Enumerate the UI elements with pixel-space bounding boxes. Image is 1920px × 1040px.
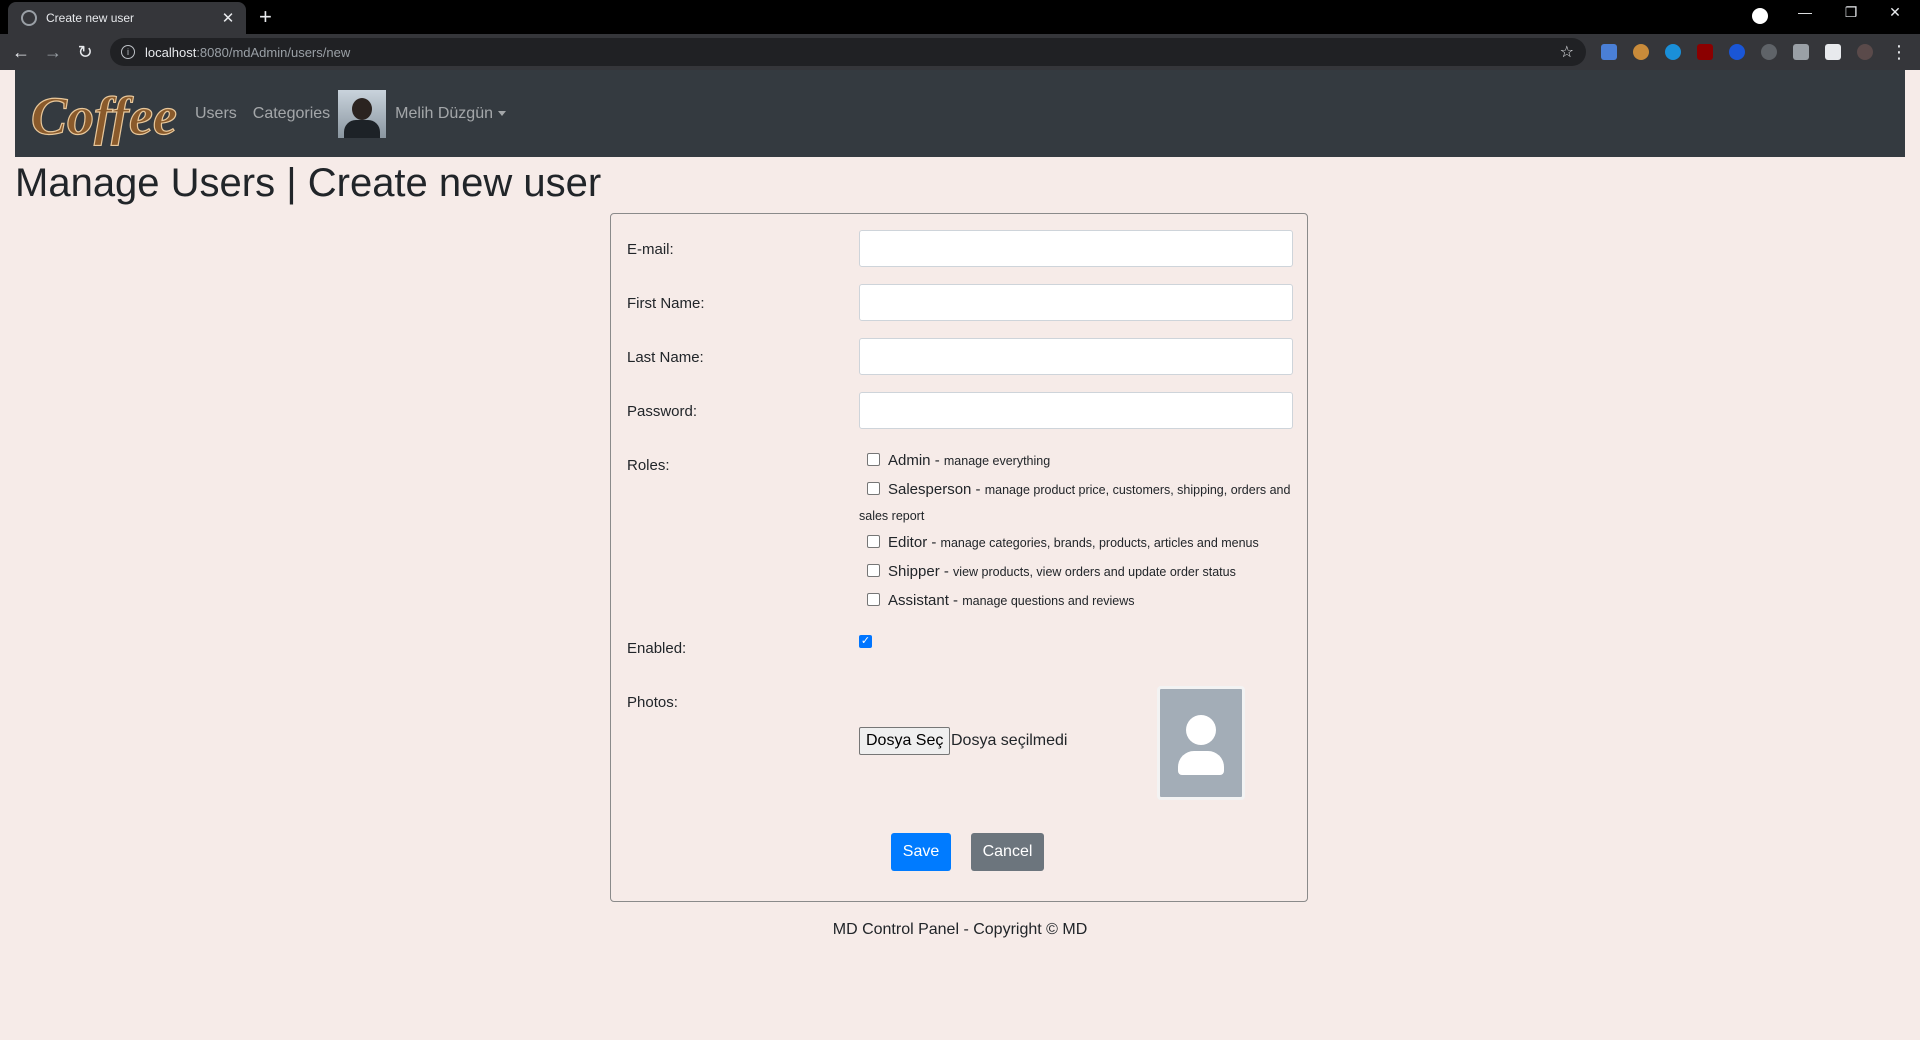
address-bar[interactable]: i localhost:8080/mdAdmin/users/new ☆ (110, 38, 1586, 66)
reload-icon[interactable]: ↻ (74, 41, 96, 63)
nav-link-categories[interactable]: Categories (253, 105, 330, 123)
extension-icon[interactable] (1761, 44, 1777, 60)
new-tab-icon[interactable]: + (259, 4, 272, 30)
app-navbar: Coffee Users Categories Melih Düzgün (15, 70, 1905, 157)
password-field[interactable] (859, 392, 1293, 429)
coffee-logo[interactable]: Coffee (29, 82, 179, 146)
info-icon[interactable]: i (121, 45, 135, 59)
extension-icon[interactable] (1633, 44, 1649, 60)
browser-toolbar: ← → ↻ i localhost:8080/mdAdmin/users/new… (0, 34, 1920, 70)
save-button[interactable]: Save (891, 833, 951, 871)
role-shipper: Shipper - view products, view orders and… (859, 559, 1293, 585)
first-name-label: First Name: (627, 295, 705, 312)
minimize-icon[interactable]: — (1790, 4, 1820, 20)
browser-tab[interactable]: Create new user ✕ (8, 2, 246, 34)
role-salesperson: Salesperson - manage product price, cust… (859, 481, 1291, 523)
email-label: E-mail: (627, 241, 674, 258)
footer-copyright: MD Control Panel - Copyright © MD (832, 921, 1088, 938)
url-host: localhost (145, 44, 197, 60)
role-desc: manage questions and reviews (962, 594, 1135, 608)
shield-icon[interactable] (1793, 44, 1809, 60)
file-status: Dosya seçilmedi (951, 732, 1068, 749)
url-path: :8080/mdAdmin/users/new (196, 44, 351, 60)
email-field[interactable] (859, 230, 1293, 267)
role-desc: view products, view orders and update or… (953, 565, 1236, 579)
role-editor: Editor - manage categories, brands, prod… (859, 530, 1293, 556)
role-name: Editor (888, 534, 928, 551)
password-label: Password: (627, 403, 698, 420)
svg-text:Coffee: Coffee (31, 86, 177, 146)
role-salesperson-checkbox[interactable] (867, 482, 880, 495)
forward-icon[interactable]: → (42, 41, 64, 63)
search-extension-icon[interactable] (1665, 44, 1681, 60)
translate-extension-icon[interactable] (1601, 44, 1617, 60)
nav-link-users[interactable]: Users (195, 105, 237, 123)
user-silhouette-icon (1186, 715, 1216, 745)
role-assistant-checkbox[interactable] (867, 593, 880, 606)
last-name-label: Last Name: (627, 349, 704, 366)
close-window-icon[interactable]: ✕ (1880, 4, 1910, 21)
enabled-label: Enabled: (627, 640, 687, 657)
role-editor-checkbox[interactable] (867, 535, 880, 548)
bookmark-star-icon[interactable]: ☆ (1560, 42, 1574, 62)
back-icon[interactable]: ← (10, 41, 32, 63)
photos-label: Photos: (627, 694, 678, 711)
first-name-field[interactable] (859, 284, 1293, 321)
role-desc: manage categories, brands, products, art… (940, 536, 1259, 550)
role-assistant: Assistant - manage questions and reviews (859, 588, 1293, 614)
browser-tabstrip: Create new user ✕ + — ❐ ✕ (0, 0, 1920, 34)
role-name: Shipper (888, 563, 940, 580)
cancel-button[interactable]: Cancel (971, 833, 1044, 871)
profile-icon[interactable] (1752, 8, 1768, 24)
caret-down-icon (497, 111, 506, 116)
role-name: Admin (888, 452, 931, 469)
close-tab-icon[interactable]: ✕ (218, 9, 238, 27)
profile-avatar-icon[interactable] (1857, 44, 1873, 60)
menu-icon[interactable]: ⋮ (1888, 41, 1910, 63)
tab-title: Create new user (46, 11, 135, 25)
choose-file-button[interactable]: Dosya Seç (859, 727, 951, 755)
user-dropdown-toggle[interactable]: Melih Düzgün (395, 105, 506, 123)
roles-label: Roles: (627, 457, 670, 474)
role-desc: manage everything (943, 454, 1051, 468)
ublock-icon[interactable] (1697, 44, 1713, 60)
role-admin: Admin - manage everything (859, 448, 1293, 474)
user-photo-placeholder (1157, 686, 1245, 800)
user-form: E-mail: First Name: Last Name: Password:… (610, 213, 1308, 902)
last-name-field[interactable] (859, 338, 1293, 375)
role-name: Assistant (888, 592, 949, 609)
enabled-checkbox[interactable]: ✓ (859, 635, 872, 648)
coffee-logo-image: Coffee (30, 85, 177, 146)
puzzle-icon[interactable] (1825, 44, 1841, 60)
restore-icon[interactable]: ❐ (1836, 4, 1866, 21)
extension-icon[interactable] (1729, 44, 1745, 60)
globe-icon (21, 10, 37, 26)
role-admin-checkbox[interactable] (867, 453, 880, 466)
user-name: Melih Düzgün (395, 104, 493, 122)
role-shipper-checkbox[interactable] (867, 564, 880, 577)
page-title: Manage Users | Create new user (15, 161, 602, 205)
role-name: Salesperson (888, 481, 972, 498)
user-avatar[interactable] (338, 89, 387, 138)
